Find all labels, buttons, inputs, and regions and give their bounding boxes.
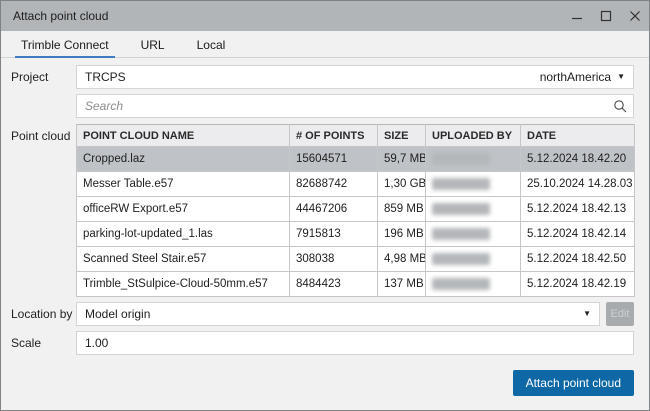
scale-input[interactable] — [76, 331, 634, 355]
redacted-uploaded-by — [432, 253, 490, 265]
minimize-button[interactable] — [562, 1, 591, 31]
project-dropdown[interactable]: TRCPS northAmerica ▼ — [76, 65, 634, 89]
chevron-down-icon: ▼ — [583, 310, 591, 318]
table-header-row: POINT CLOUD NAME # OF POINTS SIZE UPLOAD… — [77, 125, 635, 147]
cell-points[interactable]: 7915813 — [290, 222, 378, 247]
cell-uploaded-by[interactable] — [426, 197, 521, 222]
cell-points[interactable]: 15604571 — [290, 147, 378, 172]
column-header-points[interactable]: # OF POINTS — [290, 125, 378, 147]
titlebar: Attach point cloud — [1, 1, 649, 31]
cell-uploaded-by[interactable] — [426, 222, 521, 247]
window-title: Attach point cloud — [13, 9, 562, 23]
close-button[interactable] — [620, 1, 649, 31]
tab-url[interactable]: URL — [139, 38, 167, 57]
cell-uploaded-by[interactable] — [426, 272, 521, 297]
search-row — [1, 94, 649, 118]
redacted-uploaded-by — [432, 228, 490, 240]
tab-bar: Trimble Connect URL Local — [1, 37, 649, 58]
cell-size[interactable]: 196 MB — [378, 222, 426, 247]
tab-trimble-connect[interactable]: Trimble Connect — [19, 38, 111, 57]
cell-points[interactable]: 8484423 — [290, 272, 378, 297]
minimize-icon — [571, 10, 583, 22]
window-controls — [562, 1, 649, 31]
column-header-size[interactable]: SIZE — [378, 125, 426, 147]
location-by-label: Location by — [11, 307, 76, 321]
location-by-dropdown[interactable]: Model origin ▼ — [76, 302, 600, 326]
cell-name[interactable]: officeRW Export.e57 — [77, 197, 290, 222]
chevron-down-icon: ▼ — [617, 73, 625, 81]
column-header-name[interactable]: POINT CLOUD NAME — [77, 125, 290, 147]
cell-points[interactable]: 44467206 — [290, 197, 378, 222]
table-row[interactable]: Trimble_StSulpice-Cloud-50mm.e5784844231… — [77, 272, 635, 297]
scale-label: Scale — [11, 336, 76, 350]
maximize-button[interactable] — [591, 1, 620, 31]
cell-uploaded-by[interactable] — [426, 247, 521, 272]
cell-points[interactable]: 308038 — [290, 247, 378, 272]
cell-name[interactable]: Scanned Steel Stair.e57 — [77, 247, 290, 272]
edit-button[interactable]: Edit — [606, 302, 634, 326]
cell-size[interactable]: 137 MB — [378, 272, 426, 297]
table-row[interactable]: Cropped.laz1560457159,7 MB 5.12.2024 18.4… — [77, 147, 635, 172]
cell-date[interactable]: 5.12.2024 18.42.50 — [521, 247, 635, 272]
search-input[interactable] — [76, 94, 634, 118]
cell-name[interactable]: Messer Table.e57 — [77, 172, 290, 197]
cell-size[interactable]: 859 MB — [378, 197, 426, 222]
column-header-date[interactable]: DATE — [521, 125, 635, 147]
cell-date[interactable]: 5.12.2024 18.42.20 — [521, 147, 635, 172]
cell-size[interactable]: 1,30 GB — [378, 172, 426, 197]
cell-size[interactable]: 4,98 MB — [378, 247, 426, 272]
column-header-uploaded-by[interactable]: UPLOADED BY — [426, 125, 521, 147]
project-label: Project — [11, 70, 76, 84]
redacted-uploaded-by — [432, 203, 490, 215]
search-box — [76, 94, 634, 118]
cell-points[interactable]: 82688742 — [290, 172, 378, 197]
cell-name[interactable]: Trimble_StSulpice-Cloud-50mm.e57 — [77, 272, 290, 297]
table-row[interactable]: parking-lot-updated_1.las7915813196 MB 5.… — [77, 222, 635, 247]
point-cloud-table: POINT CLOUD NAME # OF POINTS SIZE UPLOAD… — [76, 124, 635, 297]
scale-row: Scale — [1, 331, 649, 355]
project-region: northAmerica — [540, 70, 611, 84]
redacted-uploaded-by — [432, 278, 490, 290]
search-icon[interactable] — [613, 99, 627, 113]
table-row[interactable]: Scanned Steel Stair.e573080384,98 MB 5.12… — [77, 247, 635, 272]
location-by-value: Model origin — [85, 307, 150, 321]
project-row: Project TRCPS northAmerica ▼ — [1, 65, 649, 89]
point-cloud-label: Point cloud — [11, 124, 76, 143]
cell-uploaded-by[interactable] — [426, 172, 521, 197]
cell-date[interactable]: 25.10.2024 14.28.03 — [521, 172, 635, 197]
close-icon — [629, 10, 641, 22]
cell-name[interactable]: Cropped.laz — [77, 147, 290, 172]
point-cloud-table-body: Cropped.laz1560457159,7 MB 5.12.2024 18.4… — [77, 147, 635, 297]
cell-date[interactable]: 5.12.2024 18.42.19 — [521, 272, 635, 297]
cell-date[interactable]: 5.12.2024 18.42.13 — [521, 197, 635, 222]
cell-date[interactable]: 5.12.2024 18.42.14 — [521, 222, 635, 247]
table-row[interactable]: Messer Table.e57826887421,30 GB 25.10.202… — [77, 172, 635, 197]
tab-local[interactable]: Local — [195, 38, 228, 57]
redacted-uploaded-by — [432, 178, 490, 190]
footer: Attach point cloud — [513, 370, 634, 396]
cell-size[interactable]: 59,7 MB — [378, 147, 426, 172]
attach-point-cloud-button[interactable]: Attach point cloud — [513, 370, 634, 396]
attach-point-cloud-dialog: Attach point cloud Trimble Connect — [0, 0, 650, 411]
project-value: TRCPS — [85, 70, 126, 84]
location-by-row: Location by Model origin ▼ Edit — [1, 302, 649, 326]
redacted-uploaded-by — [432, 153, 490, 165]
cell-name[interactable]: parking-lot-updated_1.las — [77, 222, 290, 247]
cell-uploaded-by[interactable] — [426, 147, 521, 172]
point-cloud-row: Point cloud POINT CLOUD NAME # OF POINTS… — [1, 124, 649, 297]
maximize-icon — [600, 10, 612, 22]
table-row[interactable]: officeRW Export.e5744467206859 MB 5.12.20… — [77, 197, 635, 222]
